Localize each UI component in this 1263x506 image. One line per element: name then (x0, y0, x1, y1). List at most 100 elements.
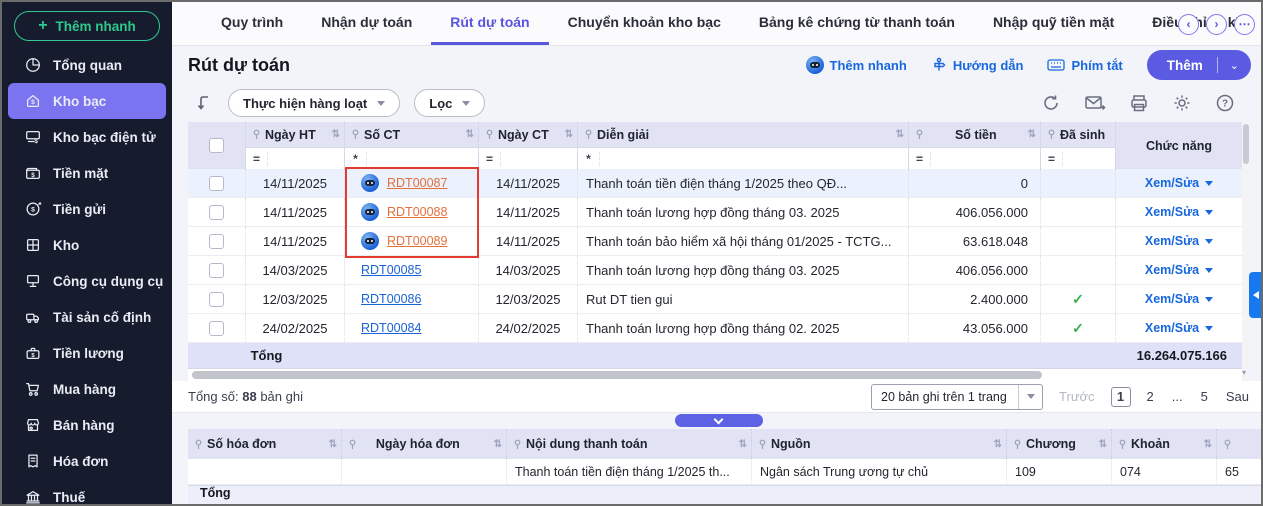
sort-icon[interactable]: ⇅ (1028, 129, 1036, 140)
pager-page-5[interactable]: 5 (1199, 389, 1210, 404)
table-row[interactable]: 12/03/2025RDT0008612/03/2025Rut DT tien … (188, 285, 1242, 314)
scroll-down-icon[interactable]: ▾ (1242, 368, 1246, 377)
filter-input[interactable] (501, 148, 577, 169)
sort-icon[interactable]: ⇅ (332, 129, 340, 140)
pager-ellipsis[interactable]: ... (1170, 389, 1185, 404)
column-ngay-ct[interactable]: Ngày CT⇅ = (479, 122, 578, 169)
table-row[interactable]: 14/11/2025RDT0008814/11/2025Thanh toán l… (188, 198, 1242, 227)
sidebar-item-3[interactable]: $Tiền mặt (8, 155, 166, 191)
sidebar-item-10[interactable]: Bán hàng (8, 407, 166, 443)
filter-operator[interactable]: = (246, 152, 268, 166)
sidebar-item-7[interactable]: Tài sản cố định (8, 299, 166, 335)
tabs-more-icon[interactable]: ⋯ (1234, 14, 1255, 35)
document-link[interactable]: RDT00084 (361, 321, 421, 335)
sort-icon[interactable]: ⇅ (739, 439, 747, 450)
detail-row[interactable]: Thanh toán tiền điện tháng 1/2025 th... … (188, 459, 1263, 485)
sort-icon[interactable]: ⇅ (565, 129, 573, 140)
tab-nhan-du-toan[interactable]: Nhận dự toán (302, 2, 431, 45)
filter-operator[interactable]: * (345, 152, 367, 166)
shortcut-button[interactable]: Phím tắt (1047, 58, 1122, 73)
document-link[interactable]: RDT00089 (387, 234, 447, 248)
sidebar-item-11[interactable]: Hóa đơn (8, 443, 166, 479)
view-edit-button[interactable]: Xem/Sửa (1116, 256, 1242, 284)
sidebar-item-12[interactable]: Thuế (8, 479, 166, 504)
column-khoan[interactable]: Khoản⇅ (1112, 429, 1217, 459)
filter-input[interactable] (268, 148, 344, 169)
select-all-checkbox[interactable] (209, 138, 224, 153)
sort-icon[interactable]: ⇅ (1204, 439, 1212, 450)
tabs-scroll-left-icon[interactable]: ‹ (1178, 14, 1199, 35)
column-so-ct[interactable]: Số CT⇅ * (345, 122, 479, 169)
column-nguon[interactable]: Nguồn⇅ (752, 429, 1007, 459)
sidebar-item-5[interactable]: Kho (8, 227, 166, 263)
pager-next[interactable]: Sau (1224, 389, 1251, 404)
help-icon[interactable]: ? (1215, 93, 1235, 113)
filter-operator[interactable]: = (909, 152, 931, 166)
document-link[interactable]: RDT00087 (387, 176, 447, 190)
view-edit-button[interactable]: Xem/Sửa (1116, 314, 1242, 342)
table-row[interactable]: 14/03/2025RDT0008514/03/2025Thanh toán l… (188, 256, 1242, 285)
filter-input[interactable] (367, 148, 478, 169)
sort-icon[interactable]: ⇅ (329, 439, 337, 450)
filter-dropdown[interactable]: Lọc (414, 89, 485, 117)
pager-page-1[interactable]: 1 (1111, 387, 1131, 407)
sidebar-item-0[interactable]: Tổng quan (8, 47, 166, 83)
column-noi-dung-thanh-toan[interactable]: Nội dung thanh toán⇅ (507, 429, 752, 459)
row-checkbox[interactable] (209, 205, 224, 220)
page-size-select[interactable]: 20 bản ghi trên 1 trang (871, 384, 1043, 410)
view-edit-button[interactable]: Xem/Sửa (1116, 285, 1242, 313)
filter-operator[interactable]: = (1041, 152, 1063, 166)
column-ngay-hoa-don[interactable]: Ngày hóa đơn⇅ (342, 429, 507, 459)
view-edit-button[interactable]: Xem/Sửa (1116, 227, 1242, 255)
row-checkbox[interactable] (209, 292, 224, 307)
sidebar-item-1[interactable]: $Kho bạc (8, 83, 166, 119)
column-chuong[interactable]: Chương⇅ (1007, 429, 1112, 459)
filter-input[interactable] (931, 148, 1040, 169)
filter-input[interactable] (1063, 148, 1115, 169)
sort-icon[interactable]: ⇅ (896, 129, 904, 140)
sidebar-item-4[interactable]: $Tiền gửi (8, 191, 166, 227)
sidebar-item-2[interactable]: $Kho bạc điện tử (8, 119, 166, 155)
sort-icon[interactable]: ⇅ (494, 439, 502, 450)
row-checkbox[interactable] (209, 176, 224, 191)
mail-send-icon[interactable] (1084, 93, 1106, 113)
tab-bang-ke-chung-tu[interactable]: Bảng kê chứng từ thanh toán (740, 2, 974, 45)
document-link[interactable]: RDT00088 (387, 205, 447, 219)
batch-actions-dropdown[interactable]: Thực hiện hàng loạt (228, 89, 400, 117)
add-button[interactable]: Thêm ⌄ (1147, 50, 1251, 80)
move-down-arrow-icon[interactable] (194, 93, 214, 113)
refresh-icon[interactable] (1041, 93, 1061, 113)
sidebar-item-9[interactable]: Mua hàng (8, 371, 166, 407)
table-row[interactable]: 14/11/2025RDT0008914/11/2025Thanh toán b… (188, 227, 1242, 256)
sort-icon[interactable]: ⇅ (1099, 439, 1107, 450)
sidebar-item-8[interactable]: $Tiền lương (8, 335, 166, 371)
row-checkbox[interactable] (209, 263, 224, 278)
row-checkbox[interactable] (209, 321, 224, 336)
column-so-hoa-don[interactable]: Số hóa đơn⇅ (188, 429, 342, 459)
document-link[interactable]: RDT00085 (361, 263, 421, 277)
column-dien-giai[interactable]: Diễn giải⇅ * (578, 122, 909, 169)
tab-rut-du-toan[interactable]: Rút dự toán (431, 2, 548, 45)
tab-quy-trinh[interactable]: Quy trình (202, 2, 302, 45)
column-da-sinh[interactable]: Đã sinh = (1041, 122, 1116, 169)
tab-nhap-quy-tien-mat[interactable]: Nhập quỹ tiền mặt (974, 2, 1133, 45)
document-link[interactable]: RDT00086 (361, 292, 421, 306)
column-ngay-ht[interactable]: Ngày HT⇅ = (246, 122, 345, 169)
horizontal-scrollbar-thumb[interactable] (192, 371, 1042, 379)
filter-operator[interactable]: * (578, 152, 600, 166)
sidebar-item-6[interactable]: Công cụ dụng cụ (8, 263, 166, 299)
quick-add-assistant-button[interactable]: Thêm nhanh (806, 56, 907, 74)
table-row[interactable]: 24/02/2025RDT0008424/02/2025Thanh toán l… (188, 314, 1242, 343)
vertical-scrollbar-thumb[interactable] (1243, 124, 1249, 164)
filter-operator[interactable]: = (479, 152, 501, 166)
tabs-scroll-right-icon[interactable]: › (1206, 14, 1227, 35)
filter-input[interactable] (600, 148, 908, 169)
row-checkbox[interactable] (209, 234, 224, 249)
quick-add-button[interactable]: + Thêm nhanh (14, 11, 160, 41)
collapse-detail-button[interactable] (675, 414, 763, 427)
column-so-tien[interactable]: Số tiền⇅ = (909, 122, 1041, 169)
expand-side-panel-button[interactable] (1249, 272, 1263, 318)
add-dropdown-caret-icon[interactable]: ⌄ (1218, 59, 1251, 72)
gear-icon[interactable] (1172, 93, 1192, 113)
printer-icon[interactable] (1129, 93, 1149, 113)
